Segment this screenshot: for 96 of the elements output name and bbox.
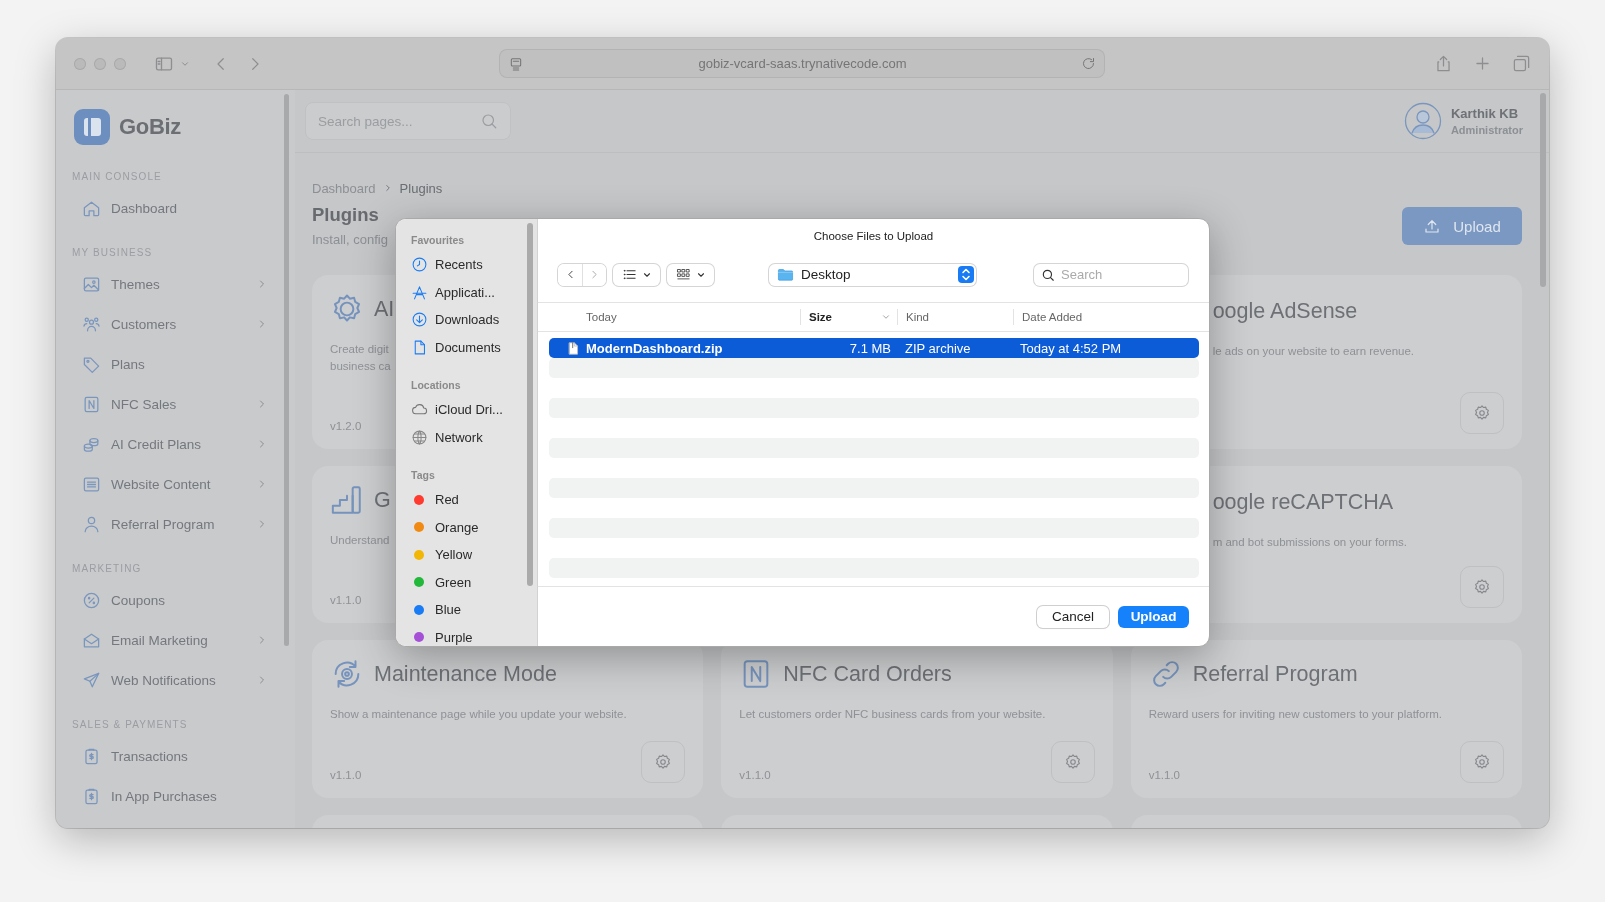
settings-icon — [1473, 404, 1491, 422]
settings-icon — [654, 753, 673, 771]
percent-icon — [82, 590, 101, 610]
column-header[interactable]: Today — [586, 309, 800, 325]
brand-name: GoBiz — [119, 114, 182, 140]
sidebar-heading: Locations — [411, 379, 462, 393]
receipt-icon — [82, 786, 101, 806]
version-label: v1.1.0 — [330, 769, 362, 781]
scrollbar[interactable] — [527, 223, 533, 586]
share-icon[interactable] — [1434, 54, 1453, 73]
sidebar-item[interactable]: Recents — [411, 251, 537, 279]
version-label: v1.1.0 — [739, 769, 771, 781]
location-popup[interactable]: Desktop — [769, 263, 976, 286]
scrollbar[interactable] — [1540, 93, 1546, 287]
avatar-icon — [1403, 102, 1442, 140]
column-header[interactable]: Kind — [897, 309, 1013, 325]
search-icon — [1041, 267, 1055, 282]
paper-plane-icon — [82, 670, 101, 690]
card-description: le ads on your website to earn revenue. — [1212, 344, 1415, 359]
window-zoom-button[interactable] — [114, 57, 126, 70]
version-label: v1.1.0 — [1148, 769, 1180, 781]
card-description: m and bot submissions on your forms. — [1212, 535, 1407, 550]
sidebar-item[interactable]: Network — [411, 423, 537, 451]
window-minimize-button[interactable] — [94, 57, 106, 70]
card-description: Understand — [330, 533, 390, 548]
upload-button[interactable]: Upload — [1118, 605, 1189, 628]
stepper-icon — [958, 266, 974, 283]
settings-button[interactable] — [1460, 566, 1504, 608]
settings-button[interactable] — [1460, 392, 1504, 434]
card-title: NFC Card Orders — [783, 661, 952, 687]
a-shape-icon — [411, 283, 428, 301]
settings-icon — [1063, 753, 1082, 771]
file-row[interactable]: ModernDashboard.zip 7.1 MB ZIP archive Today at 4:52 PM — [549, 338, 1199, 358]
sidebar-item[interactable]: Applicati... — [411, 278, 537, 306]
sidebar-item[interactable]: Documents — [411, 333, 537, 361]
card-title: oogle AdSense — [1212, 298, 1358, 324]
search-icon — [480, 112, 498, 130]
page-title: Plugins — [312, 204, 379, 226]
reload-icon[interactable] — [1081, 56, 1096, 71]
user-role: Administrator — [1450, 124, 1523, 136]
sidebar-item[interactable]: Downloads — [411, 306, 537, 334]
settings-icon — [1473, 578, 1491, 596]
card-description: business ca — [330, 359, 391, 374]
column-header[interactable]: Date Added — [1013, 309, 1199, 325]
folder-icon — [777, 266, 794, 283]
settings-button[interactable] — [1050, 741, 1095, 783]
breadcrumb-item: Plugins — [399, 180, 443, 196]
clock-icon — [411, 256, 428, 274]
sidebar-item[interactable]: iCloud Dri... — [411, 396, 537, 424]
sidebar-item[interactable]: Orange — [411, 513, 537, 541]
card-description: Show a maintenance page while you update your website. — [330, 707, 627, 722]
logo-icon — [74, 109, 110, 145]
nfc-icon — [82, 394, 101, 414]
card-title: oogle reCAPTCHA — [1212, 489, 1394, 515]
receipt-icon — [82, 746, 101, 766]
scrollbar[interactable] — [284, 94, 289, 646]
page-subtitle: Install, config — [312, 232, 388, 247]
version-label: v1.1.0 — [330, 594, 362, 606]
user-name: Karthik KB — [1450, 106, 1520, 121]
stairs-icon — [330, 483, 364, 517]
settings-icon — [1473, 753, 1491, 771]
window-close-button[interactable] — [74, 57, 86, 70]
card-title: G — [374, 487, 391, 513]
card-title: Maintenance Mode — [374, 661, 557, 687]
sidebar-heading: Tags — [411, 469, 436, 483]
sidebar-item[interactable]: Blue — [411, 596, 537, 624]
home-icon — [82, 198, 101, 218]
card-title: AI — [374, 296, 395, 322]
card-description: Reward users for inviting new customers to your platform. — [1148, 707, 1443, 722]
sidebar-item[interactable]: Yellow — [411, 541, 537, 569]
chevron-down-icon — [881, 312, 891, 322]
card-title: Referral Program — [1192, 661, 1358, 687]
list-view-button[interactable] — [613, 263, 660, 286]
download-icon — [411, 311, 428, 329]
list-icon — [621, 267, 637, 282]
grid-icon — [675, 267, 691, 282]
upload-icon — [1423, 217, 1442, 235]
settings-button[interactable] — [641, 741, 686, 783]
dialog-title: Choose Files to Upload — [812, 229, 935, 244]
cancel-button[interactable]: Cancel — [1037, 605, 1109, 628]
sidebar-heading: Favourites — [411, 234, 466, 248]
column-header[interactable]: Size — [800, 309, 897, 325]
forward-button[interactable] — [582, 263, 606, 286]
file-icon — [567, 340, 580, 356]
sidebar-item[interactable]: Red — [411, 486, 537, 514]
sidebar-item[interactable]: Green — [411, 568, 537, 596]
settings-button[interactable] — [1460, 741, 1504, 783]
card-description: Create digit — [330, 342, 389, 357]
plus-icon[interactable] — [1473, 54, 1492, 73]
tabs-icon[interactable] — [1512, 54, 1531, 73]
globe-icon — [411, 428, 428, 446]
grid-view-button[interactable] — [667, 263, 714, 286]
card-description: Let customers order NFC business cards from your website. — [739, 707, 1046, 722]
sidebar-item[interactable]: Purple — [411, 623, 537, 646]
person-icon — [82, 514, 101, 534]
version-label: v1.2.0 — [330, 420, 362, 432]
